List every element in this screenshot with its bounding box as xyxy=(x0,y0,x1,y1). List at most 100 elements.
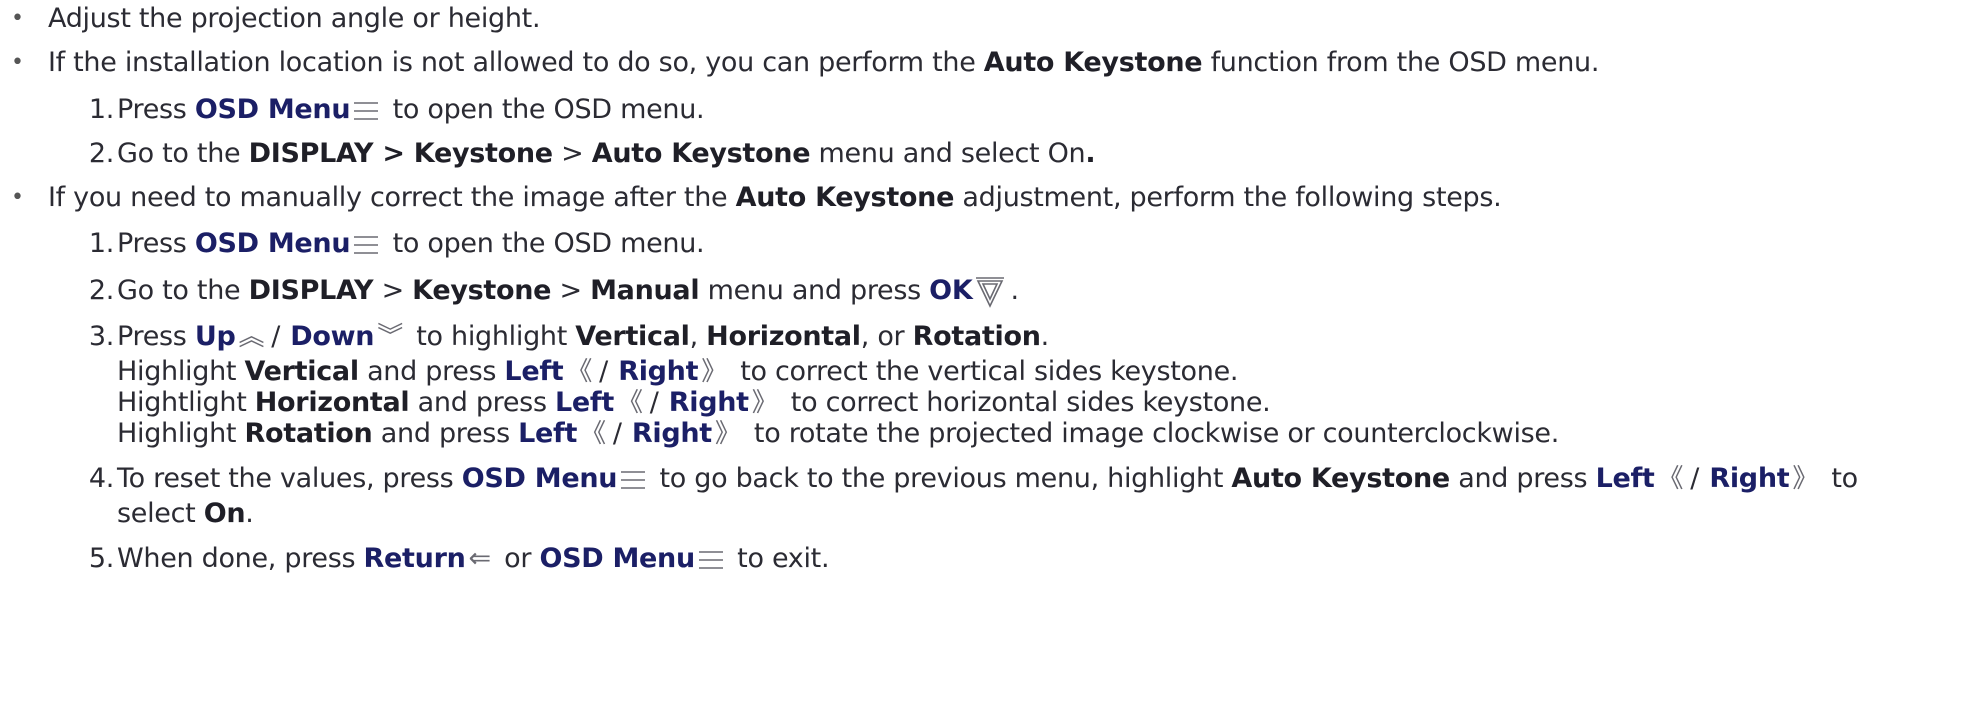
up-icon: ︽ xyxy=(238,322,265,352)
text: . xyxy=(1010,275,1019,306)
key-left: Left xyxy=(504,356,564,387)
term-rotation: Rotation xyxy=(912,321,1041,352)
key-right: Right xyxy=(1709,463,1790,494)
term-vertical: Vertical xyxy=(244,356,359,387)
text: Press xyxy=(117,228,195,259)
text: If you need to manually correct the imag… xyxy=(48,182,736,213)
text: or xyxy=(495,543,540,574)
bullet-dot: • xyxy=(11,6,24,31)
key-left: Left xyxy=(1595,463,1655,494)
bullet-adjust-angle: Adjust the projection angle or height. xyxy=(48,2,541,38)
step-open-osd: Press OSD Menu to open the OSD menu. xyxy=(117,227,705,263)
key-osd-menu: OSD Menu xyxy=(194,228,351,259)
text: Hightlight xyxy=(117,387,255,418)
menu-icon xyxy=(353,227,379,261)
bullet-manual-correct: If you need to manually correct the imag… xyxy=(48,181,1502,217)
menu-icon xyxy=(620,462,646,496)
period: . xyxy=(1085,138,1096,169)
term-display: DISPLAY xyxy=(248,275,374,306)
key-ok: OK xyxy=(929,275,973,306)
text: . xyxy=(1040,321,1050,352)
key-right: Right xyxy=(631,418,712,449)
step-number: 2. xyxy=(88,138,114,169)
bullet-text: Adjust the projection angle or height. xyxy=(48,3,541,34)
menu-icon xyxy=(698,542,724,576)
right-icon: 》 xyxy=(714,419,741,449)
text: If the installation location is not allo… xyxy=(48,47,984,78)
key-left: Left xyxy=(555,387,614,418)
slash: / xyxy=(1690,463,1700,494)
key-up: Up xyxy=(194,321,236,352)
text: To reset the values, press xyxy=(117,463,462,494)
step-auto-keystone-on: Go to the DISPLAY > Keystone > Auto Keys… xyxy=(117,137,1096,173)
text: to xyxy=(1823,463,1858,494)
term-vertical: Vertical xyxy=(575,321,690,352)
text: function from the OSD menu. xyxy=(1202,47,1600,78)
step-exit: When done, press Return ⇐ or OSD Menu to … xyxy=(117,542,830,578)
text: to correct the vertical sides keystone. xyxy=(731,356,1239,387)
text: to exit. xyxy=(728,543,830,574)
text: and press xyxy=(1449,463,1596,494)
text: , or xyxy=(860,321,913,352)
key-osd-menu: OSD Menu xyxy=(539,543,695,574)
term-display-keystone: DISPLAY > Keystone xyxy=(248,138,554,169)
down-icon: ︾ xyxy=(377,322,403,352)
text: When done, press xyxy=(117,543,364,574)
key-right: Right xyxy=(668,387,749,418)
step-reset-continued: select On. xyxy=(117,497,254,533)
text: to open the OSD menu. xyxy=(384,94,705,125)
left-icon: 《 xyxy=(616,388,643,418)
term-keystone: Keystone xyxy=(412,275,552,306)
text: Press xyxy=(117,321,195,352)
text: Go to the xyxy=(117,138,249,169)
text: . xyxy=(245,498,254,529)
key-osd-menu: OSD Menu xyxy=(194,94,351,125)
text: > xyxy=(373,275,413,306)
right-icon: 》 xyxy=(751,388,778,418)
term-rotation: Rotation xyxy=(244,418,373,449)
return-icon: ⇐ xyxy=(468,543,492,574)
term-horizontal: Horizontal xyxy=(706,321,861,352)
step-number: 5. xyxy=(88,543,114,574)
text: > xyxy=(551,275,591,306)
slash: / xyxy=(649,387,659,418)
bullet-auto-keystone: If the installation location is not allo… xyxy=(48,46,1599,82)
text: menu and select On xyxy=(810,138,1086,169)
bullet-dot: • xyxy=(11,50,24,75)
left-icon: 《 xyxy=(566,357,593,387)
text: to go back to the previous menu, highlig… xyxy=(651,463,1232,494)
term-horizontal: Horizontal xyxy=(254,387,410,418)
left-icon: 《 xyxy=(1657,464,1684,494)
slash: / xyxy=(271,321,280,352)
key-down: Down xyxy=(290,321,375,352)
term-auto-keystone: Auto Keystone xyxy=(591,138,811,169)
key-osd-menu: OSD Menu xyxy=(461,463,618,494)
step-number: 2. xyxy=(88,275,114,306)
text: Press xyxy=(117,94,195,125)
term-on: On xyxy=(203,498,246,529)
detail-rotation: Highlight Rotation and press Left 《 / Righ… xyxy=(117,417,1559,453)
text: and press xyxy=(372,418,519,449)
term-manual: Manual xyxy=(590,275,700,306)
slash: / xyxy=(612,418,622,449)
key-right: Right xyxy=(618,356,699,387)
text: to rotate the projected image clockwise … xyxy=(745,418,1560,449)
right-icon: 》 xyxy=(1792,464,1819,494)
text: select xyxy=(117,498,204,529)
menu-icon xyxy=(353,93,379,127)
text: to highlight xyxy=(407,321,576,352)
slash: / xyxy=(599,356,608,387)
text: to open the OSD menu. xyxy=(384,228,705,259)
step-number: 1. xyxy=(88,94,114,125)
text: menu and press xyxy=(699,275,930,306)
term-auto-keystone: Auto Keystone xyxy=(1231,463,1450,494)
term-auto-keystone: Auto Keystone xyxy=(983,47,1203,78)
step-open-osd: Press OSD Menu to open the OSD menu. xyxy=(117,93,705,129)
key-return: Return xyxy=(363,543,466,574)
text: , xyxy=(689,321,707,352)
step-highlight-option: Press Up ︽ / Down ︾ to highlight Vertical , … xyxy=(117,320,1049,356)
step-number: 1. xyxy=(88,228,114,259)
text: and press xyxy=(358,356,505,387)
right-icon: 》 xyxy=(701,357,727,387)
step-reset-values: To reset the values, press OSD Menu to g… xyxy=(117,462,1858,498)
